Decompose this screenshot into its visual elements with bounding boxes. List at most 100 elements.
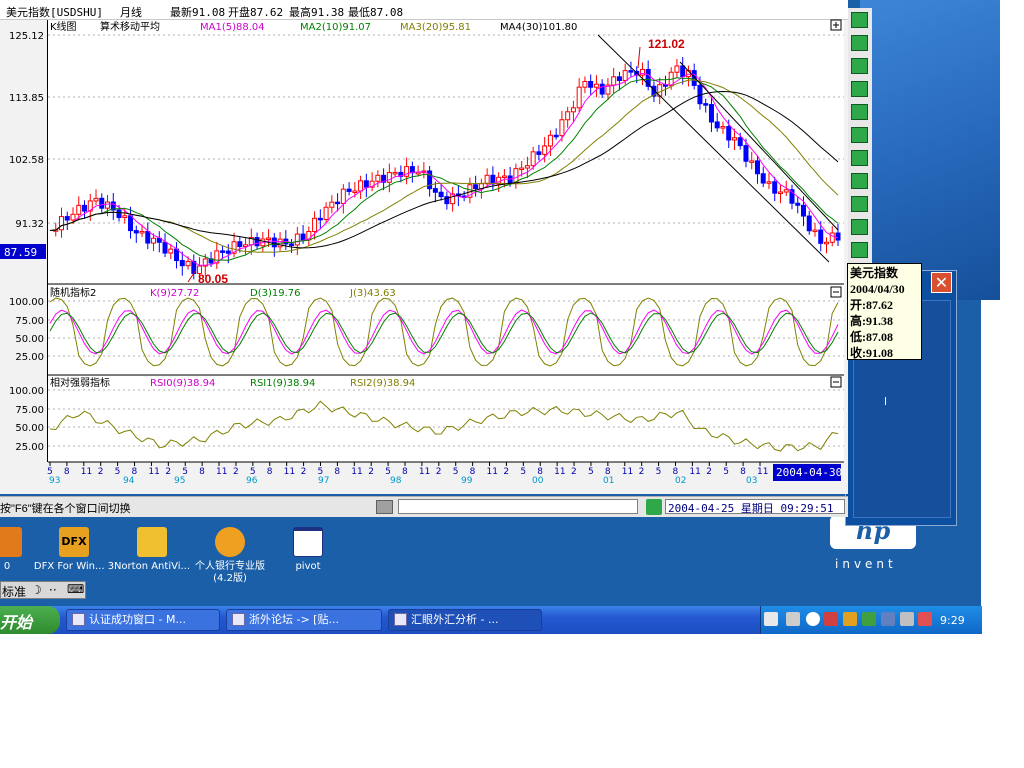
candle-body[interactable] bbox=[116, 209, 122, 219]
rsi-panel-collapse-toggle[interactable] bbox=[830, 376, 842, 388]
candle-body[interactable] bbox=[501, 175, 507, 178]
candle-body[interactable] bbox=[708, 104, 714, 123]
candle-body[interactable] bbox=[415, 171, 421, 175]
parallel-icon[interactable] bbox=[851, 104, 868, 120]
candle-body[interactable] bbox=[122, 215, 128, 219]
candle-body[interactable] bbox=[329, 201, 335, 208]
cycle-icon[interactable] bbox=[851, 219, 868, 235]
candle-body[interactable] bbox=[680, 65, 686, 78]
ime-keyboard-icon[interactable]: ⌨ bbox=[67, 582, 84, 596]
candle-body[interactable] bbox=[162, 241, 168, 254]
candle-body[interactable] bbox=[220, 250, 226, 253]
candle-body[interactable] bbox=[542, 145, 548, 155]
candle-body[interactable] bbox=[312, 217, 318, 232]
candle-body[interactable] bbox=[70, 213, 76, 221]
candle-body[interactable] bbox=[519, 167, 525, 171]
candle-body[interactable] bbox=[553, 134, 559, 138]
desktop-icon-personal-bank[interactable]: 个人银行专业版(4.2版) bbox=[187, 527, 273, 585]
candle-body[interactable] bbox=[392, 171, 398, 175]
candle-body[interactable] bbox=[99, 197, 105, 209]
candle-body[interactable] bbox=[737, 137, 743, 147]
candle-body[interactable] bbox=[317, 217, 323, 221]
a-text-icon[interactable] bbox=[851, 35, 868, 51]
ime-language-bar[interactable]: 标准 ☽ ·· ⌨ bbox=[0, 581, 86, 599]
candle-body[interactable] bbox=[473, 184, 479, 190]
candle-body[interactable] bbox=[593, 83, 599, 88]
candle-body[interactable] bbox=[524, 165, 530, 169]
candle-body[interactable] bbox=[335, 201, 341, 205]
candle-body[interactable] bbox=[352, 190, 358, 193]
candle-body[interactable] bbox=[582, 81, 588, 88]
candle-body[interactable] bbox=[174, 248, 180, 262]
candle-body[interactable] bbox=[438, 191, 444, 198]
candle-body[interactable] bbox=[565, 111, 571, 121]
candle-body[interactable] bbox=[772, 181, 778, 194]
candle-body[interactable] bbox=[128, 215, 134, 232]
candle-body[interactable] bbox=[271, 237, 277, 248]
candle-body[interactable] bbox=[703, 103, 709, 106]
candle-body[interactable] bbox=[179, 260, 185, 267]
candle-body[interactable] bbox=[82, 204, 88, 212]
desktop-icon-dfx[interactable]: DFX DFX For Win... 3 bbox=[31, 527, 117, 573]
channel-icon[interactable] bbox=[851, 81, 868, 97]
candle-body[interactable] bbox=[432, 188, 438, 193]
candle-body[interactable] bbox=[570, 107, 576, 113]
candle-body[interactable] bbox=[616, 76, 622, 81]
candle-body[interactable] bbox=[674, 65, 680, 73]
chevron-left-icon[interactable] bbox=[806, 612, 820, 626]
candle-body[interactable] bbox=[243, 244, 249, 247]
candle-body[interactable] bbox=[622, 70, 628, 81]
trendline-icon[interactable] bbox=[851, 58, 868, 74]
task-button-forex[interactable]: 汇眼外汇分析 - ... bbox=[388, 609, 542, 631]
candle-body[interactable] bbox=[766, 181, 772, 184]
candle-body[interactable] bbox=[340, 188, 346, 205]
candle-body[interactable] bbox=[168, 248, 174, 254]
tray-app-icon[interactable] bbox=[918, 612, 932, 626]
candle-body[interactable] bbox=[105, 201, 111, 209]
desktop-icon-pivot[interactable]: pivot bbox=[265, 527, 351, 573]
candle-body[interactable] bbox=[806, 215, 812, 232]
keyboard-tray-icon[interactable] bbox=[764, 612, 778, 626]
candle-body[interactable] bbox=[266, 237, 272, 241]
candle-body[interactable] bbox=[237, 241, 243, 247]
fibonacci-icon[interactable] bbox=[851, 173, 868, 189]
candle-body[interactable] bbox=[726, 126, 732, 141]
candle-body[interactable] bbox=[145, 230, 151, 244]
candle-body[interactable] bbox=[64, 216, 70, 221]
candle-body[interactable] bbox=[294, 233, 300, 246]
candle-body[interactable] bbox=[151, 237, 157, 244]
candle-body[interactable] bbox=[818, 229, 824, 244]
candle-body[interactable] bbox=[76, 204, 82, 215]
candle-body[interactable] bbox=[777, 191, 783, 195]
candle-body[interactable] bbox=[346, 188, 352, 192]
price-panel-expand-toggle[interactable] bbox=[830, 19, 842, 31]
bulb-icon[interactable] bbox=[646, 499, 662, 515]
candle-body[interactable] bbox=[720, 126, 726, 129]
candle-body[interactable] bbox=[628, 70, 634, 73]
candle-body[interactable] bbox=[59, 216, 65, 231]
candle-body[interactable] bbox=[783, 189, 789, 193]
candle-body[interactable] bbox=[800, 204, 806, 217]
candle-body[interactable] bbox=[795, 202, 801, 206]
candle-body[interactable] bbox=[829, 232, 835, 243]
candle-body[interactable] bbox=[185, 260, 191, 267]
candle-body[interactable] bbox=[323, 206, 329, 220]
ime-mode[interactable]: 标准 bbox=[2, 583, 26, 600]
candle-body[interactable] bbox=[375, 174, 381, 182]
task-button-forum[interactable]: 浙外论坛 -> [贴... bbox=[226, 609, 382, 631]
candle-body[interactable] bbox=[225, 250, 231, 254]
candle-body[interactable] bbox=[823, 241, 829, 245]
candle-body[interactable] bbox=[559, 119, 565, 137]
ray-icon[interactable] bbox=[851, 150, 868, 166]
candle-body[interactable] bbox=[530, 151, 536, 167]
candle-body[interactable] bbox=[254, 237, 260, 247]
tray-app-icon[interactable] bbox=[843, 612, 857, 626]
candle-body[interactable] bbox=[588, 81, 594, 88]
status-input-box[interactable] bbox=[398, 499, 638, 514]
volume-icon[interactable] bbox=[900, 612, 914, 626]
candle-body[interactable] bbox=[754, 160, 760, 175]
pen-tray-icon[interactable] bbox=[786, 612, 800, 626]
candle-body[interactable] bbox=[300, 233, 306, 241]
candle-body[interactable] bbox=[363, 180, 369, 188]
candle-body[interactable] bbox=[386, 172, 392, 183]
